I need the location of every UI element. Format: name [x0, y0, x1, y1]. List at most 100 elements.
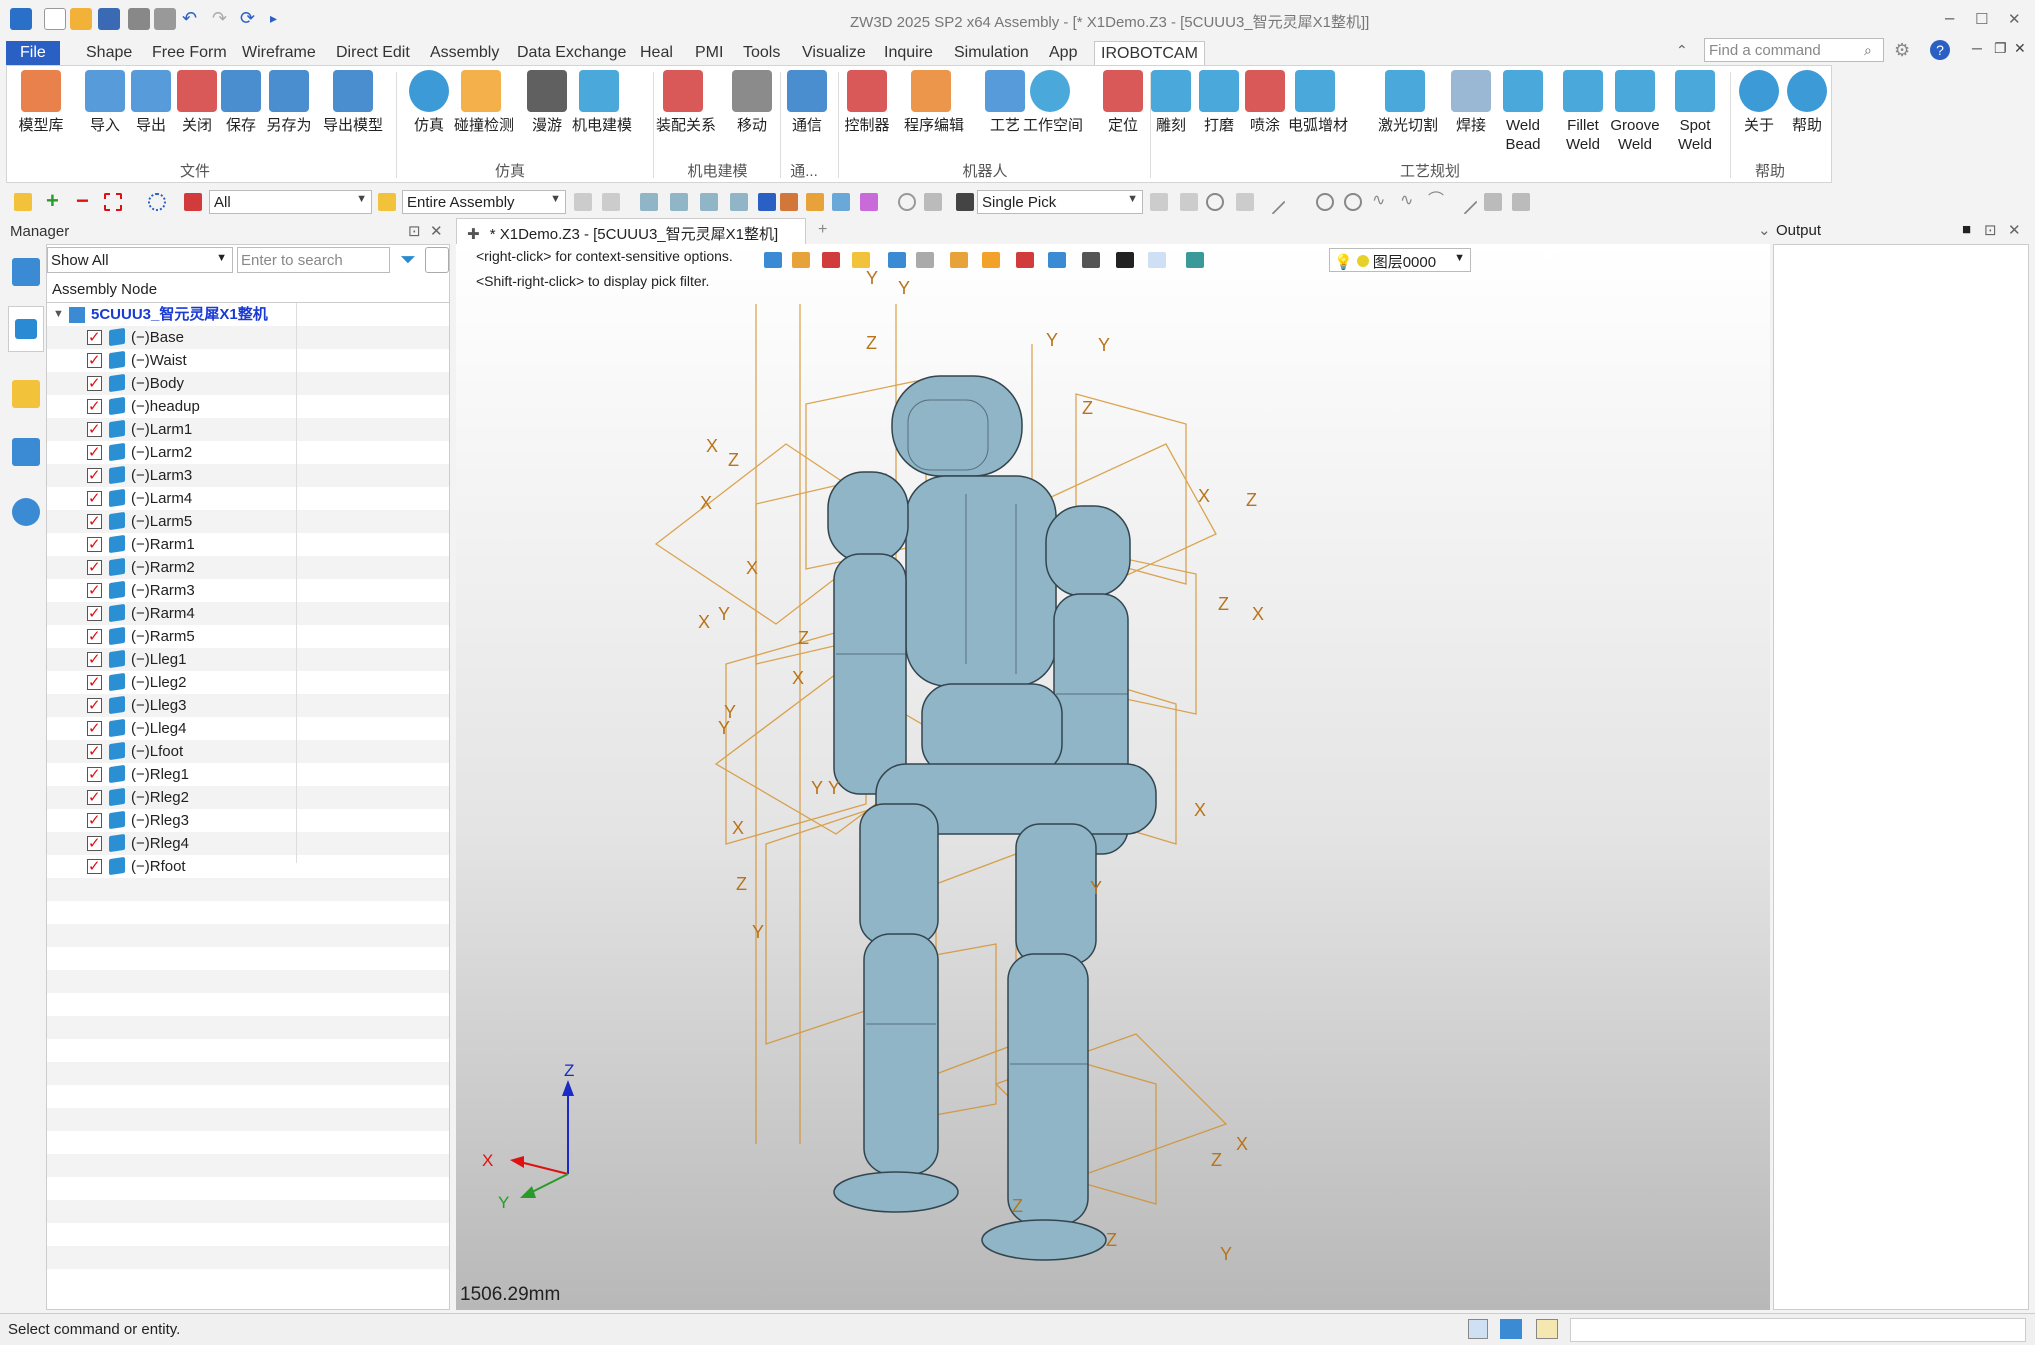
tree-node-row[interactable]: (−)Rarm2: [47, 556, 449, 579]
visibility-checkbox[interactable]: [87, 395, 102, 418]
new-tab-icon[interactable]: +: [818, 221, 827, 239]
toolbar-icon[interactable]: [924, 193, 942, 211]
tree-node-row[interactable]: (−)Rleg4: [47, 832, 449, 855]
menu-wireframe[interactable]: Wireframe: [236, 41, 322, 65]
scope-icon[interactable]: [378, 193, 396, 211]
menu-app[interactable]: App: [1043, 41, 1083, 65]
tree-node-row[interactable]: (−)Body: [47, 372, 449, 395]
ribbon-button-13[interactable]: 通信: [780, 70, 834, 135]
visibility-checkbox[interactable]: [87, 763, 102, 786]
tree-node-row[interactable]: (−)Larm1: [47, 418, 449, 441]
visibility-checkbox[interactable]: [87, 694, 102, 717]
toolbar-icon[interactable]: [832, 193, 850, 211]
toolbar-icon[interactable]: [602, 193, 620, 211]
ribbon-button-22[interactable]: 电弧增材: [1288, 70, 1348, 135]
document-tab[interactable]: ✚ * X1Demo.Z3 - [5CUUU3_智元灵犀X1整机] ✕: [456, 218, 806, 262]
filter-chart-icon[interactable]: [184, 193, 202, 211]
help-icon[interactable]: ?: [1930, 40, 1950, 60]
tree-node-row[interactable]: (−)Base: [47, 326, 449, 349]
remove-icon[interactable]: −: [76, 190, 94, 212]
close-icon[interactable]: ✕: [2008, 10, 2021, 28]
toolbar-icon[interactable]: [574, 193, 592, 211]
new-file-icon[interactable]: [44, 8, 66, 30]
visibility-checkbox[interactable]: [87, 510, 102, 533]
tree-node-row[interactable]: (−)Rfoot: [47, 855, 449, 878]
tree-node-row[interactable]: (−)Lleg3: [47, 694, 449, 717]
command-search-input[interactable]: Find a command: [1704, 38, 1884, 62]
visibility-checkbox[interactable]: [87, 786, 102, 809]
ribbon-button-29[interactable]: 关于: [1732, 70, 1786, 135]
minimize-icon[interactable]: ─: [1945, 10, 1954, 28]
tree-search-input[interactable]: Enter to search: [237, 247, 390, 273]
ribbon-button-4[interactable]: 保存: [214, 70, 268, 135]
circle-icon[interactable]: [1316, 193, 1334, 211]
visibility-checkbox[interactable]: [87, 533, 102, 556]
visibility-checkbox[interactable]: [87, 832, 102, 855]
toolbar-icon[interactable]: [1484, 193, 1502, 211]
ribbon-button-9[interactable]: 漫游: [520, 70, 574, 135]
tree-node-row[interactable]: (−)headup: [47, 395, 449, 418]
ribbon-button-28[interactable]: Spot Weld: [1668, 70, 1722, 154]
scope-select[interactable]: Entire Assembly ▼: [402, 190, 566, 214]
toolbar-icon[interactable]: [780, 193, 798, 211]
list-filter-icon[interactable]: [425, 247, 449, 273]
visibility-checkbox[interactable]: [87, 349, 102, 372]
tree-node-row[interactable]: (−)Larm4: [47, 487, 449, 510]
ribbon-button-7[interactable]: 仿真: [402, 70, 456, 135]
add-icon[interactable]: +: [46, 190, 64, 212]
toolbar-icon[interactable]: [1180, 193, 1198, 211]
menu-file[interactable]: File: [6, 41, 60, 65]
ribbon-button-11[interactable]: 装配关系: [656, 70, 716, 135]
menu-visualize[interactable]: Visualize: [796, 41, 872, 65]
menu-tools[interactable]: Tools: [737, 41, 786, 65]
print-icon[interactable]: [128, 8, 150, 30]
visibility-checkbox[interactable]: [87, 625, 102, 648]
menu-data-exchange[interactable]: Data Exchange: [511, 41, 632, 65]
save-icon[interactable]: [98, 8, 120, 30]
print-preview-icon[interactable]: [154, 8, 176, 30]
lasso-select-icon[interactable]: [148, 193, 166, 211]
filter-select[interactable]: All ▼: [209, 190, 372, 214]
visibility-checkbox[interactable]: [87, 326, 102, 349]
ribbon-button-10[interactable]: 机电建模: [572, 70, 632, 135]
part-tab-icon[interactable]: [12, 380, 40, 408]
visibility-checkbox[interactable]: [87, 671, 102, 694]
visibility-checkbox[interactable]: [87, 372, 102, 395]
ribbon-button-25[interactable]: Weld Bead: [1496, 70, 1550, 154]
filter-icon[interactable]: ⏷: [395, 247, 421, 273]
tree-node-row[interactable]: (−)Rarm5: [47, 625, 449, 648]
ribbon-button-30[interactable]: 帮助: [1780, 70, 1834, 135]
tree-node-row[interactable]: (−)Rleg1: [47, 763, 449, 786]
toolbar-icon[interactable]: [1512, 193, 1530, 211]
ribbon-button-23[interactable]: 激光切割: [1378, 70, 1438, 135]
toolbar-icon[interactable]: [860, 193, 878, 211]
doc-close-icon[interactable]: ✕: [2014, 40, 2026, 57]
toolbar-icon[interactable]: [730, 193, 748, 211]
visibility-checkbox[interactable]: [87, 717, 102, 740]
visibility-checkbox[interactable]: [87, 464, 102, 487]
ribbon-button-19[interactable]: 雕刻: [1144, 70, 1198, 135]
visibility-checkbox[interactable]: [87, 855, 102, 878]
select-arrow-icon[interactable]: [14, 193, 32, 211]
ribbon-button-0[interactable]: 模型库: [14, 70, 68, 135]
ribbon-button-27[interactable]: Groove Weld: [1608, 70, 1662, 154]
ribbon-button-17[interactable]: 工作空间: [1023, 70, 1083, 135]
ribbon-button-24[interactable]: 焊接: [1444, 70, 1498, 135]
undo-icon[interactable]: ↶: [182, 8, 204, 30]
menu-simulation[interactable]: Simulation: [948, 41, 1035, 65]
visibility-checkbox[interactable]: [87, 487, 102, 510]
tree-node-row[interactable]: (−)Rarm4: [47, 602, 449, 625]
more-icon[interactable]: ▸: [270, 8, 292, 30]
tree-node-row[interactable]: (−)Rarm3: [47, 579, 449, 602]
monitor-icon[interactable]: [1500, 1319, 1522, 1339]
toolbar-icon[interactable]: [898, 193, 916, 211]
toolbar-icon[interactable]: [806, 193, 824, 211]
tree-node-row[interactable]: (−)Larm2: [47, 441, 449, 464]
visibility-checkbox[interactable]: [87, 740, 102, 763]
toolbar-icon[interactable]: [700, 193, 718, 211]
visibility-checkbox[interactable]: [87, 556, 102, 579]
output-pin-icon[interactable]: ⊡: [1984, 221, 1997, 239]
panel-menu-icon[interactable]: ⌄: [1758, 221, 1771, 239]
tree-node-row[interactable]: (−)Lfoot: [47, 740, 449, 763]
tree-root-row[interactable]: ▼ 5CUUU3_智元灵犀X1整机: [47, 303, 449, 326]
